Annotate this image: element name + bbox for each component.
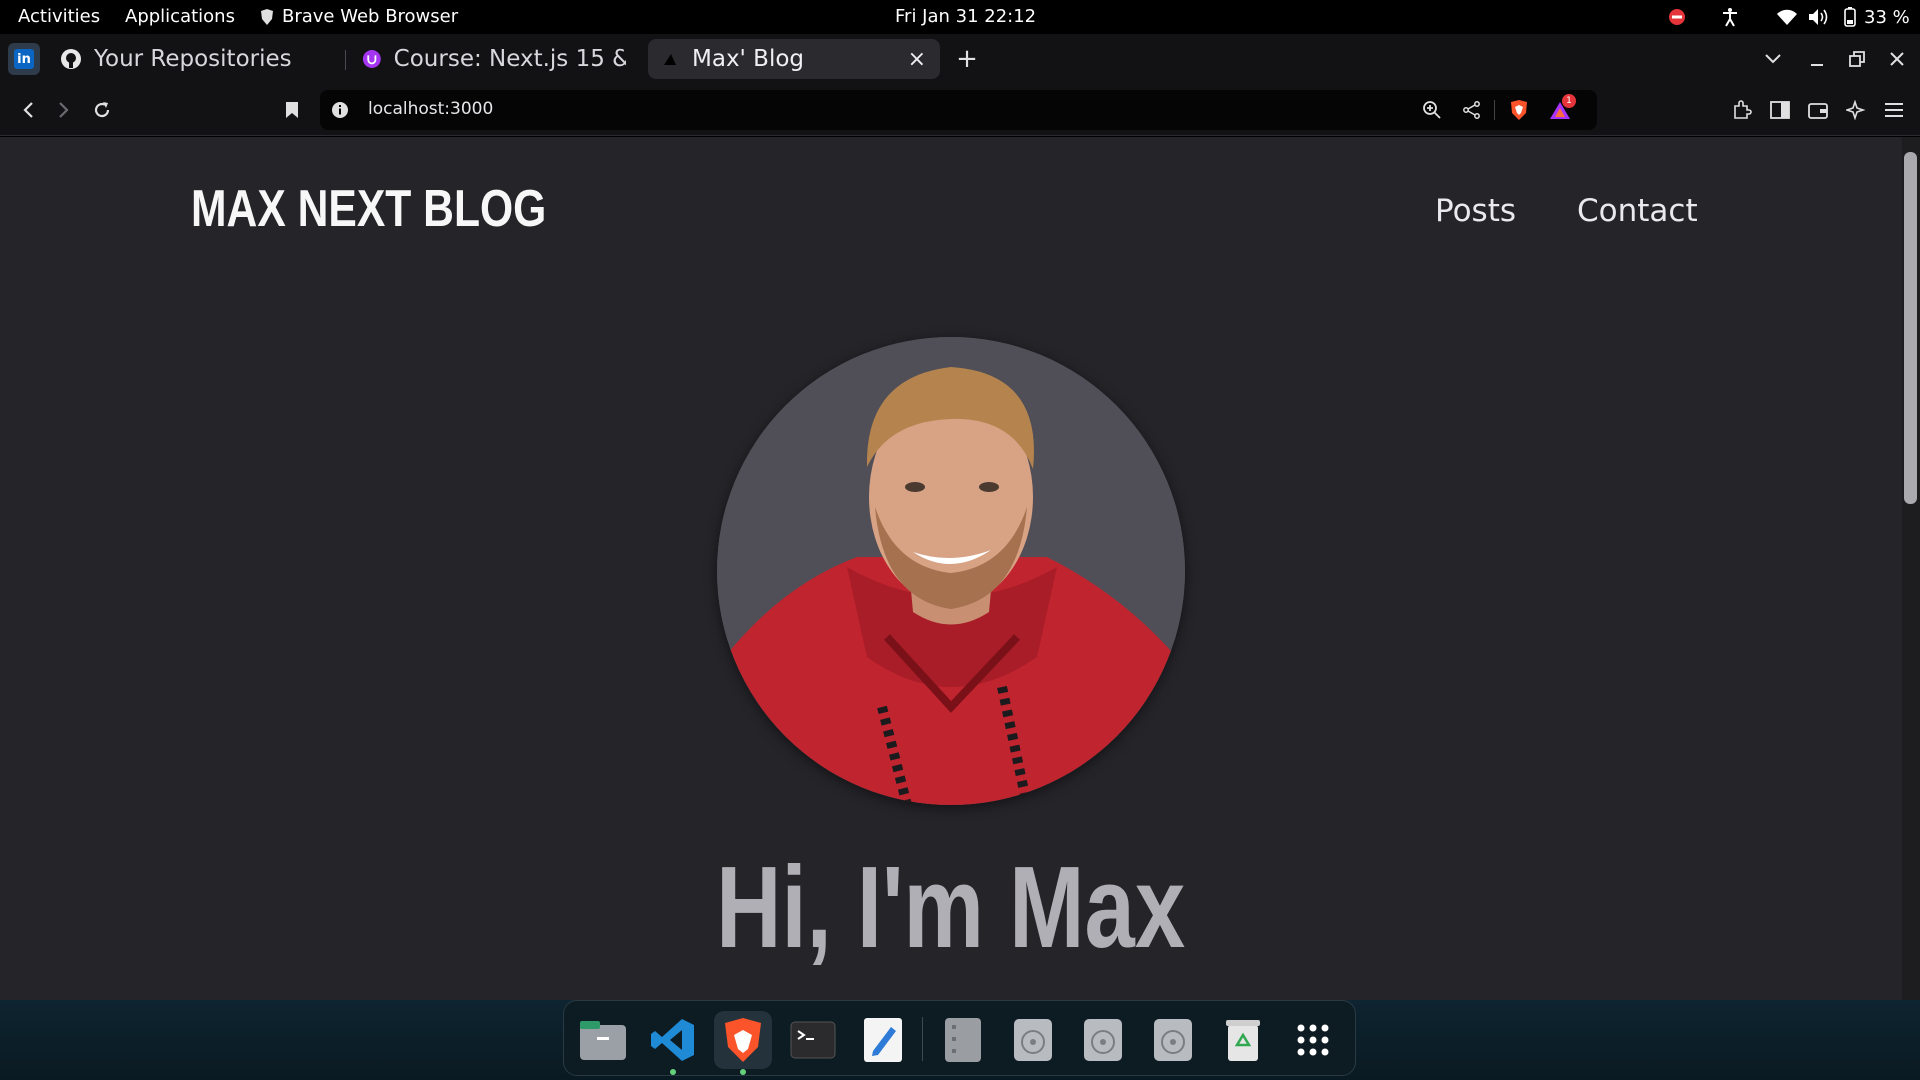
url-text[interactable]: localhost:3000 (368, 99, 493, 119)
minimize-icon[interactable] (1804, 46, 1830, 72)
rewards-badge: 1 (1562, 94, 1576, 108)
active-app-indicator[interactable]: Brave Web Browser (260, 0, 458, 34)
system-top-bar: Activities Applications Brave Web Browse… (0, 0, 1920, 34)
bookmark-icon[interactable] (278, 96, 306, 124)
pinned-tab-linkedin[interactable]: in (8, 43, 40, 75)
github-icon (61, 49, 81, 69)
active-app-label: Brave Web Browser (282, 6, 459, 27)
reload-icon[interactable] (88, 96, 116, 124)
brave-small-icon (261, 9, 273, 25)
tab-title: Your Repositories (94, 46, 292, 72)
tab-strip: in Your Repositories Course: Next.js 15 … (0, 34, 1920, 84)
address-bar[interactable]: localhost:3000 1 (320, 90, 1597, 130)
accessibility-icon[interactable] (1720, 0, 1740, 34)
nav-contact-link[interactable]: Contact (1577, 193, 1698, 229)
linkedin-icon: in (14, 49, 34, 69)
dock (563, 1000, 1356, 1076)
applications-menu[interactable]: Applications (125, 0, 235, 34)
site-info-icon[interactable] (330, 100, 350, 120)
brave-icon[interactable] (714, 1011, 772, 1075)
site-logo[interactable]: MAX NEXT BLOG (191, 179, 546, 239)
brave-rewards-icon[interactable]: 1 (1546, 94, 1576, 123)
terminal-icon[interactable] (784, 1011, 842, 1069)
menu-icon[interactable] (1880, 96, 1908, 124)
volume-icon[interactable] (1808, 0, 1830, 34)
files-icon[interactable] (574, 1011, 632, 1069)
browser-toolbar: localhost:3000 1 (0, 84, 1920, 136)
profile-photo (717, 337, 1185, 805)
drive-icon[interactable] (1004, 1011, 1062, 1069)
share-icon[interactable] (1460, 98, 1484, 122)
drive-icon[interactable] (1074, 1011, 1132, 1069)
scrollbar-thumb[interactable] (1904, 152, 1917, 504)
forward-icon[interactable] (50, 96, 78, 124)
back-icon[interactable] (14, 96, 42, 124)
close-tab-icon[interactable]: × (908, 47, 926, 72)
disk-utility-icon[interactable] (934, 1011, 992, 1069)
leo-ai-icon[interactable] (1842, 96, 1870, 124)
tab-title: Max' Blog (692, 46, 805, 72)
do-not-disturb-icon[interactable] (1668, 0, 1686, 34)
sidebar-icon[interactable] (1766, 96, 1794, 124)
show-apps-icon[interactable] (1284, 1011, 1342, 1069)
activities-button[interactable]: Activities (18, 0, 100, 34)
battery-icon[interactable]: 33 % (1844, 0, 1910, 34)
battery-percent: 33 % (1864, 6, 1910, 28)
nextjs-icon (664, 54, 676, 65)
nav-posts-link[interactable]: Posts (1435, 193, 1516, 229)
trash-icon[interactable] (1214, 1011, 1272, 1069)
clock[interactable]: Fri Jan 31 22:12 (895, 0, 1036, 34)
tab-your-repositories[interactable]: Your Repositories (60, 39, 330, 79)
hero-heading: Hi, I'm Max (0, 840, 1902, 974)
avatar (717, 337, 1185, 805)
wallet-icon[interactable] (1804, 96, 1832, 124)
tab-course-nextjs[interactable]: Course: Next.js 15 & R (362, 39, 626, 79)
extensions-icon[interactable] (1728, 96, 1756, 124)
restore-icon[interactable] (1844, 46, 1870, 72)
udemy-icon (362, 50, 381, 68)
hero-heading-text: Hi, I'm Max (716, 842, 1186, 972)
tab-search-chevron-icon[interactable] (1760, 46, 1786, 72)
tab-max-blog[interactable]: Max' Blog × (648, 39, 940, 79)
brave-shields-icon[interactable] (1506, 97, 1532, 123)
close-window-icon[interactable] (1884, 46, 1910, 72)
drive-icon[interactable] (1144, 1011, 1202, 1069)
tab-title: Course: Next.js 15 & R (393, 46, 626, 72)
text-editor-icon[interactable] (854, 1011, 912, 1069)
new-tab-button[interactable]: + (950, 42, 984, 76)
wifi-icon[interactable] (1776, 0, 1798, 34)
vscode-icon[interactable] (644, 1011, 702, 1075)
web-page: MAX NEXT BLOG Posts Contact Hi, I'm Max (0, 137, 1902, 1000)
zoom-icon[interactable] (1420, 98, 1444, 122)
